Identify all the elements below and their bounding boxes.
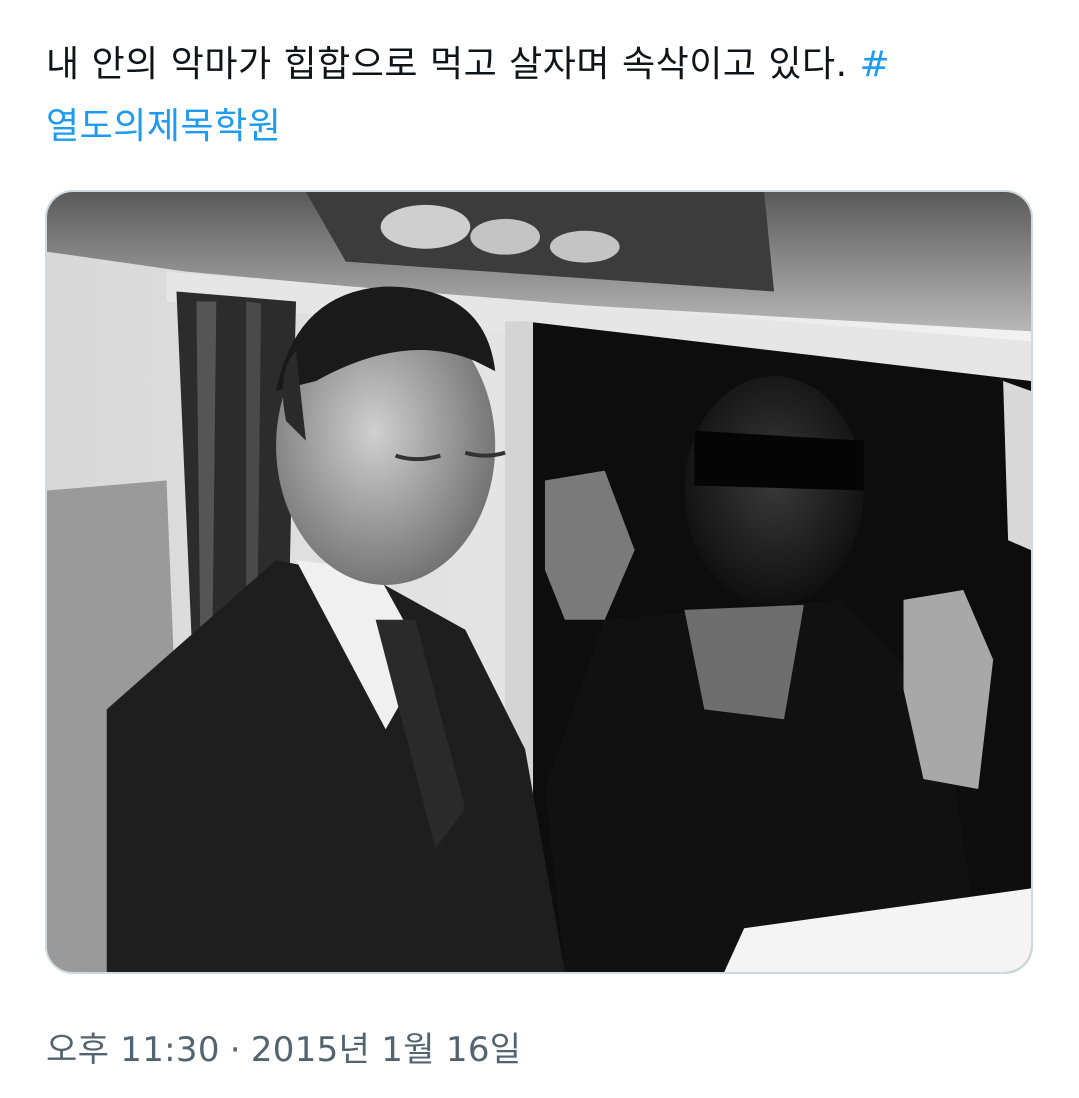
tweet-body-text: 내 안의 악마가 힙합으로 먹고 살자며 속삭이고 있다.: [46, 44, 860, 85]
photo-image: [47, 192, 1031, 972]
tweet-timestamp[interactable]: 오후 11:30 · 2015년 1월 16일: [46, 1026, 521, 1074]
tweet-time: 오후 11:30: [46, 1030, 220, 1070]
tweet-photo[interactable]: [45, 190, 1033, 974]
meta-separator: ·: [229, 1030, 241, 1070]
tweet-date: 2015년 1월 16일: [250, 1030, 522, 1070]
tweet-text: 내 안의 악마가 힙합으로 먹고 살자며 속삭이고 있다. #열도의제목학원: [46, 34, 1036, 158]
